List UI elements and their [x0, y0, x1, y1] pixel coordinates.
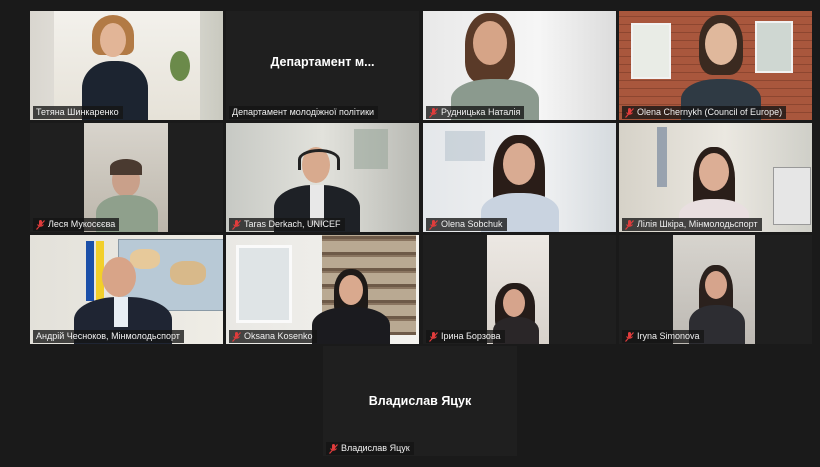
muted-mic-icon [36, 219, 45, 230]
participant-label: Ірина Борзова [426, 330, 505, 343]
video-tile-chesnokov[interactable]: Андрій Чесноков, Мінмолодьспорт [30, 235, 223, 344]
participant-label: Iryna Simonova [622, 330, 704, 343]
video-tile-derkach[interactable]: Taras Derkach, UNICEF [226, 123, 419, 232]
participant-label: Владислав Яцук [326, 442, 414, 455]
participant-name: Владислав Яцук [341, 443, 410, 453]
participant-label: Лілія Шкіра, Мінмолодьспорт [622, 218, 762, 231]
muted-mic-icon [625, 219, 634, 230]
participant-name: Taras Derkach, UNICEF [244, 219, 341, 229]
participant-name: Тетяна Шинкаренко [36, 107, 119, 117]
participant-name: Рудницька Наталія [441, 107, 521, 117]
muted-mic-icon [429, 219, 438, 230]
participant-label: Тетяна Шинкаренко [33, 106, 123, 119]
video-tile-sobchuk[interactable]: Olena Sobchuk [423, 123, 616, 232]
participant-name: Андрій Чесноков, Мінмолодьспорт [36, 331, 180, 341]
participant-video [423, 11, 616, 120]
muted-mic-icon [232, 219, 241, 230]
muted-mic-icon [232, 331, 241, 342]
participant-center-name: Владислав Яцук [368, 394, 472, 408]
participant-video [30, 123, 223, 232]
participant-label: Olena Chernykh (Council of Europe) [622, 106, 787, 119]
participant-name: Лілія Шкіра, Мінмолодьспорт [637, 219, 758, 229]
video-tile-borzova[interactable]: Ірина Борзова [423, 235, 616, 344]
participant-name: Olena Chernykh (Council of Europe) [637, 107, 783, 117]
video-tile-yatsuk[interactable]: Владислав Яцук Владислав Яцук [323, 346, 517, 456]
video-tile-simonova[interactable]: Iryna Simonova [619, 235, 812, 344]
participant-video [30, 235, 223, 344]
participant-video [30, 11, 223, 120]
participant-label: Oksana Kosenko [229, 330, 317, 343]
video-tile-mukoseeva[interactable]: Леся Мукосєєва [30, 123, 223, 232]
participant-center-name: Департамент м... [270, 55, 375, 69]
video-tile-shynkarenko[interactable]: Тетяна Шинкаренко [30, 11, 223, 120]
participant-name: Olena Sobchuk [441, 219, 503, 229]
participant-video [619, 235, 812, 344]
video-tile-kosenko[interactable]: Oksana Kosenko [226, 235, 419, 344]
participant-video [423, 123, 616, 232]
video-tile-shkira[interactable]: Лілія Шкіра, Мінмолодьспорт [619, 123, 812, 232]
participant-label: Taras Derkach, UNICEF [229, 218, 345, 231]
participant-video [619, 123, 812, 232]
participant-name: Леся Мукосєєва [48, 219, 116, 229]
participant-name: Iryna Simonova [637, 331, 700, 341]
participant-video [619, 11, 812, 120]
muted-mic-icon [625, 331, 634, 342]
participant-label: Департамент молодіжної політики [229, 106, 379, 119]
participant-label: Леся Мукосєєва [33, 218, 120, 231]
participant-video [226, 123, 419, 232]
participant-label: Olena Sobchuk [426, 218, 507, 231]
participant-name: Ірина Борзова [441, 331, 501, 341]
participant-video [423, 235, 616, 344]
participant-video [226, 235, 419, 344]
muted-mic-icon [429, 331, 438, 342]
muted-mic-icon [429, 107, 438, 118]
muted-mic-icon [625, 107, 634, 118]
participant-name: Oksana Kosenko [244, 331, 313, 341]
participant-label: Андрій Чесноков, Мінмолодьспорт [33, 330, 184, 343]
video-tile-chernykh[interactable]: Olena Chernykh (Council of Europe) [619, 11, 812, 120]
muted-mic-icon [329, 443, 338, 454]
participant-label: Рудницька Наталія [426, 106, 525, 119]
video-tile-rudnytska[interactable]: Рудницька Наталія [423, 11, 616, 120]
participant-name: Департамент молодіжної політики [232, 107, 375, 117]
video-tile-department[interactable]: Департамент м... Департамент молодіжної … [226, 11, 419, 120]
